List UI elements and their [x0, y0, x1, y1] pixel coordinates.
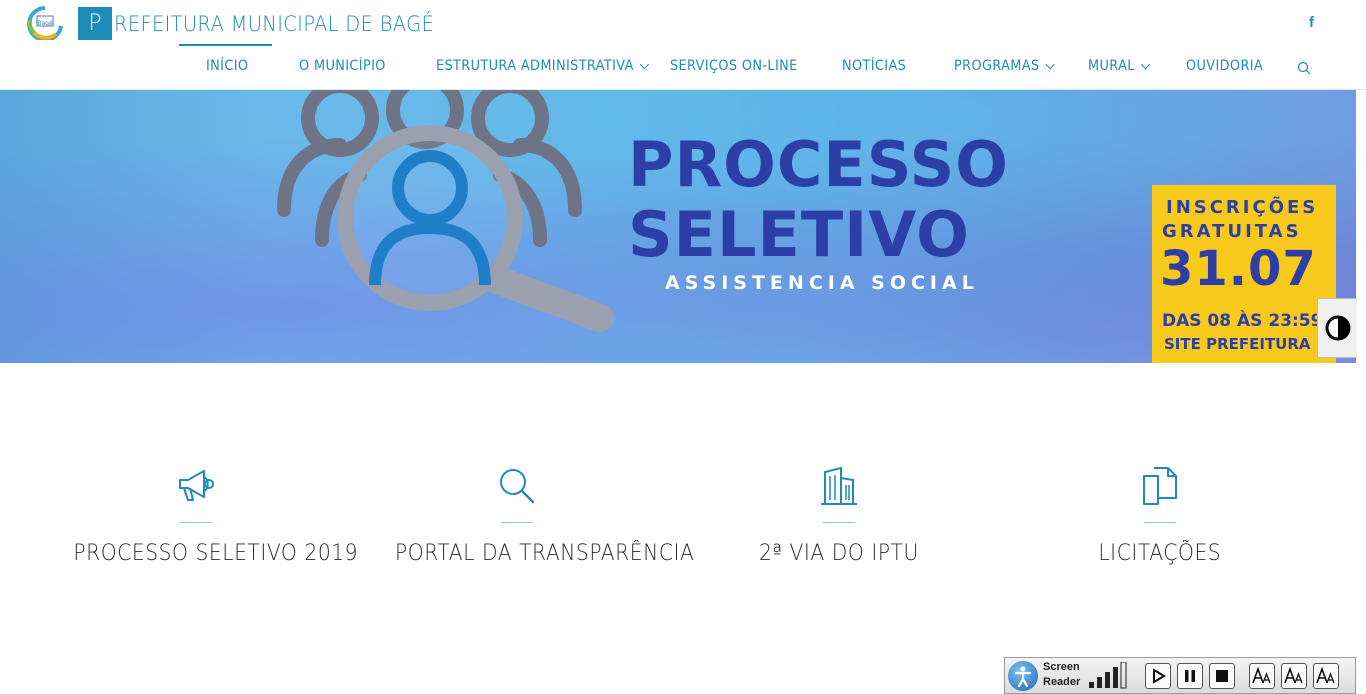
- banner-subtitle: ASSISTENCIA SOCIAL: [665, 272, 979, 294]
- screen-reader-label: Screen Reader: [1043, 661, 1081, 688]
- text-size-icon: [1252, 667, 1271, 684]
- people-search-illustration: [277, 90, 614, 332]
- banner-title-line2: SELETIVO: [628, 198, 970, 271]
- text-size-reset-button[interactable]: [1313, 663, 1339, 689]
- quick-link-licitacoes[interactable]: LICITAÇÕES: [1025, 466, 1295, 566]
- nav-item-ouvidoria[interactable]: OUVIDORIA: [1186, 58, 1263, 74]
- divider: [1144, 522, 1176, 523]
- play-icon: [1153, 668, 1166, 684]
- hero-banner[interactable]: PROCESSO SELETIVO ASSISTENCIA SOCIAL INS…: [0, 90, 1356, 363]
- contrast-icon: [1325, 315, 1350, 341]
- brand-initial: P: [78, 7, 112, 40]
- play-button[interactable]: [1145, 663, 1171, 689]
- divider: [180, 522, 212, 523]
- promo-line2: GRATUITAS: [1162, 221, 1302, 242]
- nav-active-indicator: [179, 44, 272, 46]
- divider: [501, 522, 533, 523]
- svg-text:Bagé: Bagé: [37, 20, 53, 27]
- pause-icon: [1185, 670, 1195, 682]
- main-nav: INÍCIO O MUNICÍPIO ESTRUTURA ADMINISTRAT…: [0, 58, 1366, 82]
- nav-item-servicos-online[interactable]: SERVIÇOS ON-LINE: [670, 58, 798, 74]
- text-reset-icon: [1316, 667, 1335, 684]
- screen-reader-toolbar: Screen Reader: [1004, 657, 1356, 694]
- megaphone-icon: [179, 470, 214, 501]
- chevron-down-icon: [639, 59, 649, 69]
- quick-link-label: 2ª VIA DO IPTU: [759, 541, 919, 566]
- promo-hours: DAS 08 ÀS 23:59: [1162, 311, 1323, 331]
- quick-link-iptu[interactable]: 2ª VIA DO IPTU: [704, 466, 974, 566]
- banner-title-line1: PROCESSO: [628, 128, 1009, 201]
- pause-button[interactable]: [1177, 663, 1203, 689]
- chevron-down-icon: [1045, 59, 1055, 69]
- chevron-down-icon: [1140, 59, 1150, 69]
- nav-item-noticias[interactable]: NOTÍCIAS: [842, 58, 906, 74]
- accessibility-icon[interactable]: [1008, 661, 1038, 691]
- site-header: Bagé P REFEITURA MUNICIPAL DE BAGÉ f INÍ…: [0, 0, 1366, 90]
- volume-level-icon[interactable]: [1089, 662, 1133, 690]
- quick-link-processo-seletivo[interactable]: PROCESSO SELETIVO 2019: [61, 466, 358, 566]
- quick-link-label: PORTAL DA TRANSPARÊNCIA: [395, 541, 695, 566]
- search-icon: [500, 469, 535, 504]
- quick-link-portal-transparencia[interactable]: PORTAL DA TRANSPARÊNCIA: [382, 466, 694, 566]
- quick-link-label: PROCESSO SELETIVO 2019: [73, 541, 359, 566]
- text-decrease-icon: [1284, 667, 1303, 684]
- facebook-icon[interactable]: f: [1309, 14, 1314, 31]
- documents-icon: [1143, 467, 1177, 505]
- promo-location: SITE PREFEITURA: [1164, 335, 1311, 353]
- nav-item-estrutura-administrativa[interactable]: ESTRUTURA ADMINISTRATIVA: [436, 58, 649, 74]
- contrast-toggle-button[interactable]: [1317, 298, 1357, 358]
- nav-item-mural[interactable]: MURAL: [1088, 58, 1150, 74]
- text-size-decrease-button[interactable]: [1281, 663, 1307, 689]
- registration-promo-box: INSCRIÇÕES GRATUITAS 31.07 DAS 08 ÀS 23:…: [1152, 185, 1336, 363]
- stop-button[interactable]: [1209, 663, 1235, 689]
- promo-date: 31.07: [1160, 241, 1317, 297]
- brand-name: REFEITURA MUNICIPAL DE BAGÉ: [114, 11, 435, 36]
- nav-item-programas[interactable]: PROGRAMAS: [954, 58, 1055, 74]
- quick-link-label: LICITAÇÕES: [1098, 541, 1222, 566]
- promo-line1: INSCRIÇÕES: [1166, 197, 1319, 218]
- building-icon: [821, 466, 857, 505]
- nav-item-o-municipio[interactable]: O MUNICÍPIO: [299, 58, 386, 74]
- city-logo[interactable]: Bagé: [26, 6, 64, 40]
- stop-icon: [1216, 670, 1228, 682]
- divider: [823, 522, 855, 523]
- search-icon[interactable]: [1297, 61, 1311, 75]
- nav-item-inicio[interactable]: INÍCIO: [206, 58, 248, 74]
- site-brand[interactable]: P REFEITURA MUNICIPAL DE BAGÉ: [78, 7, 458, 40]
- text-size-button[interactable]: [1249, 663, 1275, 689]
